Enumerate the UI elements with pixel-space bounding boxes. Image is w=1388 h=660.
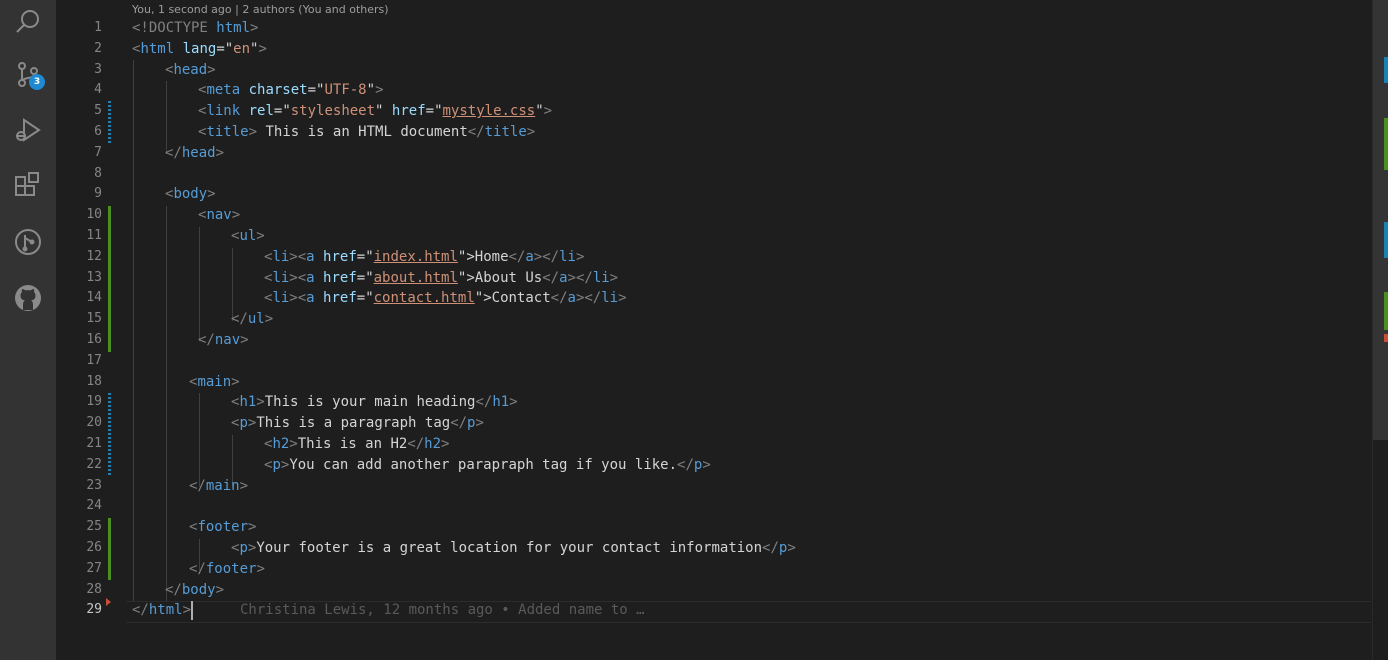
line-number: 7 — [94, 144, 102, 160]
code-line: <p>This is a paragraph tag</p> — [231, 415, 484, 432]
overview-added-marker — [1384, 292, 1388, 330]
code-line: <h1>This is your main heading</h1> — [231, 394, 518, 411]
line-number: 23 — [86, 477, 102, 493]
line-number: 15 — [86, 311, 102, 327]
line-number: 11 — [86, 228, 102, 243]
line-number: 20 — [86, 415, 102, 431]
scm-count-badge: 3 — [29, 74, 45, 90]
line-number-active: 29 — [86, 602, 102, 618]
line-number: 18 — [86, 373, 102, 389]
code-line: <footer> — [189, 519, 257, 536]
code-line: <p>You can add another parapraph tag if … — [264, 456, 711, 473]
line-number: 21 — [86, 436, 102, 451]
code-editor[interactable]: You, 1 second ago | 2 authors (You and o… — [56, 0, 1388, 660]
git-modified-marker[interactable] — [108, 393, 111, 477]
line-number: 26 — [86, 540, 102, 555]
code-line: </head> — [165, 144, 225, 161]
git-modified-marker[interactable] — [108, 101, 111, 143]
line-number: 13 — [86, 269, 102, 285]
code-line: <!DOCTYPE html> — [132, 20, 259, 36]
line-number: 12 — [86, 248, 102, 264]
line-number: 1 — [94, 20, 102, 35]
indent-guide — [199, 227, 200, 341]
code-line: </footer> — [189, 560, 265, 577]
code-line: <li><a href="about.html">About Us</a></l… — [264, 269, 619, 286]
indent-guide — [199, 393, 200, 487]
code-line: </nav> — [198, 332, 249, 348]
index-link[interactable]: index.html — [374, 249, 458, 265]
line-number: 16 — [86, 332, 102, 347]
line-number: 24 — [86, 498, 102, 514]
run-debug-icon[interactable] — [0, 108, 56, 152]
code-line: <title> This is an HTML document</title> — [198, 124, 536, 140]
git-added-marker[interactable] — [108, 206, 111, 352]
line-number: 28 — [86, 581, 102, 597]
overview-modified-marker — [1384, 222, 1388, 258]
inline-git-blame[interactable]: Christina Lewis, 12 months ago • Added n… — [240, 600, 645, 621]
git-graph-icon[interactable] — [0, 220, 56, 264]
indent-guide — [166, 206, 167, 601]
line-number: 4 — [94, 82, 102, 98]
source-control-icon[interactable]: 3 — [0, 52, 56, 96]
line-number: 6 — [94, 124, 102, 139]
text-cursor — [191, 601, 193, 620]
activity-bar: 3 — [0, 0, 56, 660]
line-number: 2 — [94, 40, 102, 56]
contact-link[interactable]: contact.html — [374, 290, 475, 306]
git-deleted-marker[interactable] — [106, 598, 111, 606]
line-number: 14 — [86, 290, 102, 306]
code-line: <link rel="stylesheet" href="mystyle.css… — [198, 103, 553, 120]
code-line: <nav> — [198, 207, 241, 224]
about-link[interactable]: about.html — [374, 270, 458, 286]
line-number: 5 — [94, 103, 102, 119]
code-line: <meta charset="UTF-8"> — [198, 82, 384, 99]
code-line: <li><a href="contact.html">Contact</a></… — [264, 290, 627, 307]
line-number: 8 — [94, 165, 102, 181]
code-line: <p>Your footer is a great location for y… — [231, 540, 796, 556]
code-line: <html lang="en"> — [132, 40, 267, 57]
code-line: <main> — [189, 373, 240, 390]
git-added-marker[interactable] — [108, 518, 111, 580]
code-line-active: </html> — [132, 602, 192, 619]
codelens-blame[interactable]: You, 1 second ago | 2 authors (You and o… — [132, 3, 389, 16]
line-number: 9 — [94, 186, 102, 202]
github-icon[interactable] — [0, 276, 56, 320]
line-number: 25 — [86, 519, 102, 535]
line-number: 10 — [86, 207, 102, 223]
stylesheet-link[interactable]: mystyle.css — [443, 103, 536, 119]
code-line: </main> — [189, 477, 249, 494]
overview-deleted-marker — [1384, 334, 1388, 342]
indent-guide — [133, 60, 134, 601]
code-line: </ul> — [231, 311, 274, 328]
line-number: 3 — [94, 61, 102, 77]
code-line: <body> — [165, 186, 216, 203]
code-line: <h2>This is an H2</h2> — [264, 436, 450, 452]
vertical-scrollbar[interactable] — [1372, 0, 1388, 660]
line-number: 17 — [86, 352, 102, 368]
line-number: 27 — [86, 560, 102, 576]
code-line: <head> — [165, 61, 216, 78]
search-icon[interactable] — [0, 0, 56, 44]
code-line: <li><a href="index.html">Home</a></li> — [264, 248, 585, 265]
line-number: 22 — [86, 456, 102, 472]
line-number: 19 — [86, 394, 102, 410]
code-line: <ul> — [231, 228, 265, 244]
overview-added-marker — [1384, 118, 1388, 170]
overview-modified-marker — [1384, 57, 1388, 83]
code-line: </body> — [165, 581, 225, 598]
extensions-icon[interactable] — [0, 164, 56, 208]
